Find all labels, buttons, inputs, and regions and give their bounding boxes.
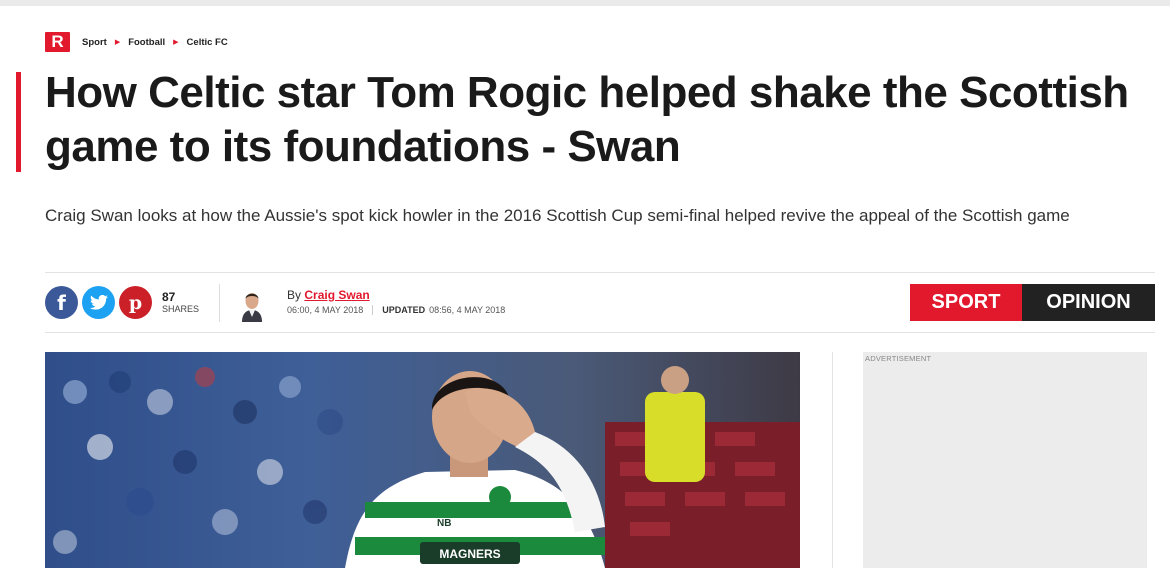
- published-time: 06:00, 4 MAY 2018: [287, 305, 364, 315]
- facebook-icon: f: [57, 290, 66, 315]
- share-count: 87 SHARES: [162, 291, 199, 315]
- author-avatar[interactable]: [238, 286, 266, 322]
- shirt-sponsor-text: MAGNERS: [439, 547, 500, 561]
- divider: [219, 284, 220, 322]
- byline: By Craig Swan 06:00, 4 MAY 2018 UPDATED …: [287, 288, 505, 315]
- tag-opinion[interactable]: OPINION: [1022, 284, 1155, 321]
- site-logo[interactable]: R: [45, 32, 70, 52]
- breadcrumb-celtic-fc[interactable]: Celtic FC: [187, 37, 228, 48]
- column-divider: [832, 352, 833, 568]
- article-title: How Celtic star Tom Rogic helped shake t…: [45, 68, 1129, 171]
- breadcrumb-football[interactable]: Football: [128, 37, 165, 48]
- author-link[interactable]: Craig Swan: [304, 288, 369, 302]
- pinterest-icon: p: [128, 291, 143, 314]
- tag-sport[interactable]: SPORT: [910, 284, 1022, 321]
- twitter-icon: [89, 295, 108, 310]
- hero-image[interactable]: MAGNERS NB: [45, 352, 800, 568]
- breadcrumb: R Sport ▶ Football ▶ Celtic FC: [45, 32, 228, 52]
- headline-accent-bar: [16, 72, 21, 172]
- article-dates: 06:00, 4 MAY 2018 UPDATED 08:56, 4 MAY 2…: [287, 305, 505, 315]
- advertisement-slot[interactable]: ADVERTISEMENT: [863, 352, 1147, 568]
- author-line: By Craig Swan: [287, 288, 505, 302]
- divider: [45, 332, 1155, 333]
- hero-photo: MAGNERS NB: [45, 352, 800, 568]
- facebook-share-button[interactable]: f: [45, 286, 78, 319]
- updated-label: UPDATED: [382, 305, 426, 315]
- twitter-share-button[interactable]: [82, 286, 115, 319]
- pinterest-share-button[interactable]: p: [119, 286, 152, 319]
- divider: [45, 272, 1155, 273]
- chevron-right-icon: ▶: [173, 39, 179, 46]
- article-standfirst: Craig Swan looks at how the Aussie's spo…: [45, 206, 1070, 225]
- divider: [372, 305, 374, 315]
- chevron-right-icon: ▶: [114, 39, 121, 46]
- advertisement-label: ADVERTISEMENT: [865, 354, 932, 363]
- byline-prefix: By: [287, 288, 302, 302]
- kit-logo-text: NB: [437, 518, 451, 529]
- updated-time: 08:56, 4 MAY 2018: [429, 305, 506, 315]
- share-count-number: 87: [162, 289, 176, 304]
- share-count-label: SHARES: [162, 303, 200, 314]
- breadcrumb-sport[interactable]: Sport: [82, 37, 107, 48]
- share-bar: f p 87 SHARES: [45, 286, 199, 319]
- top-strip: [0, 0, 1170, 6]
